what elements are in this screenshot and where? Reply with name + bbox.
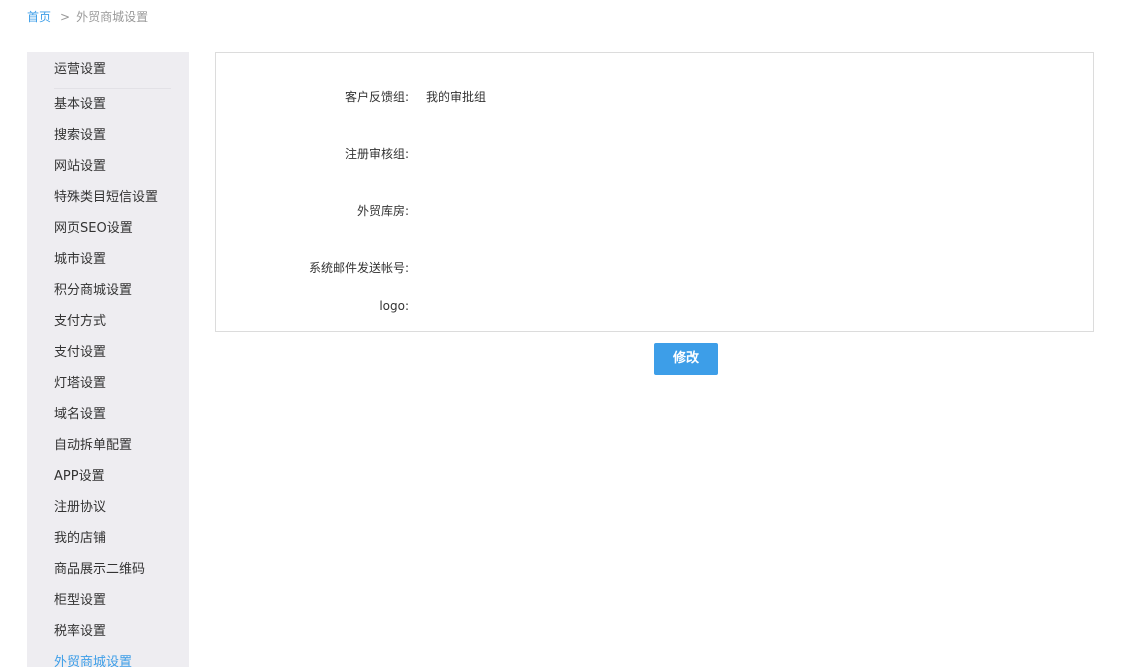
- breadcrumb-home-link[interactable]: 首页: [27, 10, 51, 24]
- settings-form-panel: 客户反馈组: 我的审批组 注册审核组: 外贸库房: 系统邮件发送帐号: logo…: [215, 52, 1094, 332]
- sidebar-item-foreign-trade-mall-settings[interactable]: 外贸商城设置: [27, 647, 189, 667]
- form-row-system-email-account: 系统邮件发送帐号:: [216, 258, 1093, 278]
- sidebar-item-product-qr-code[interactable]: 商品展示二维码: [27, 554, 189, 585]
- breadcrumb-separator: >: [60, 10, 71, 24]
- form-row-logo: logo:: [216, 296, 1093, 316]
- sidebar-item-cabinet-type-settings[interactable]: 柜型设置: [27, 585, 189, 616]
- sidebar-item-auto-split-order[interactable]: 自动拆单配置: [27, 430, 189, 461]
- form-row-feedback-group: 客户反馈组: 我的审批组: [216, 87, 1093, 107]
- sidebar-item-search-settings[interactable]: 搜索设置: [27, 120, 189, 151]
- sidebar-menu: 基本设置 搜索设置 网站设置 特殊类目短信设置 网页SEO设置 城市设置 积分商…: [27, 89, 189, 667]
- sidebar-item-my-shop[interactable]: 我的店铺: [27, 523, 189, 554]
- feedback-group-value: 我的审批组: [426, 90, 487, 104]
- sidebar-item-site-settings[interactable]: 网站设置: [27, 151, 189, 182]
- foreign-trade-warehouse-label: 外贸库房:: [356, 204, 409, 218]
- form-row-foreign-trade-warehouse: 外贸库房:: [216, 201, 1093, 221]
- sidebar-item-basic-settings[interactable]: 基本设置: [27, 89, 189, 120]
- sidebar-item-seo-settings[interactable]: 网页SEO设置: [27, 213, 189, 244]
- logo-label: logo:: [379, 299, 409, 313]
- form-row-registration-review-group: 注册审核组:: [216, 144, 1093, 164]
- sidebar-item-special-category-sms[interactable]: 特殊类目短信设置: [27, 182, 189, 213]
- modify-button[interactable]: 修改: [654, 343, 718, 375]
- system-email-account-label: 系统邮件发送帐号:: [308, 261, 409, 275]
- sidebar-item-lighthouse-settings[interactable]: 灯塔设置: [27, 368, 189, 399]
- sidebar-item-app-settings[interactable]: APP设置: [27, 461, 189, 492]
- sidebar-item-city-settings[interactable]: 城市设置: [27, 244, 189, 275]
- sidebar-item-registration-agreement[interactable]: 注册协议: [27, 492, 189, 523]
- breadcrumb-current: 外贸商城设置: [76, 10, 149, 24]
- breadcrumb: 首页 > 外贸商城设置: [27, 9, 148, 25]
- registration-review-group-label: 注册审核组:: [344, 147, 409, 161]
- sidebar-section-header[interactable]: 运营设置: [54, 52, 171, 89]
- sidebar-item-tax-rate-settings[interactable]: 税率设置: [27, 616, 189, 647]
- feedback-group-label: 客户反馈组:: [344, 90, 409, 104]
- sidebar: 运营设置 基本设置 搜索设置 网站设置 特殊类目短信设置 网页SEO设置 城市设…: [27, 52, 189, 667]
- sidebar-item-payment-settings[interactable]: 支付设置: [27, 337, 189, 368]
- sidebar-item-domain-settings[interactable]: 域名设置: [27, 399, 189, 430]
- sidebar-item-payment-methods[interactable]: 支付方式: [27, 306, 189, 337]
- sidebar-item-points-mall-settings[interactable]: 积分商城设置: [27, 275, 189, 306]
